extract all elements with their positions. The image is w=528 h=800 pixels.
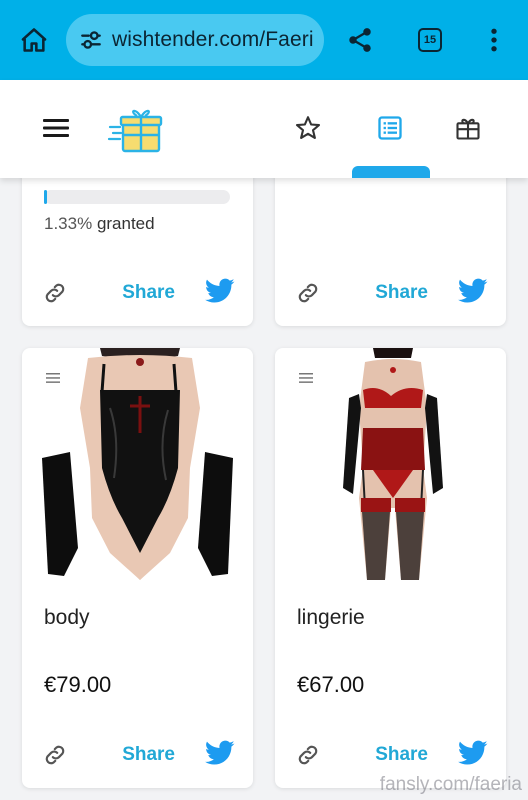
product-image[interactable]: [40, 348, 235, 580]
product-image[interactable]: [293, 348, 488, 580]
app-header: [0, 80, 528, 178]
item-name[interactable]: body: [44, 606, 90, 630]
progress-bar: [44, 190, 230, 204]
link-icon[interactable]: [295, 742, 321, 768]
wishtender-logo[interactable]: [106, 100, 166, 156]
wish-item-card[interactable]: body €79.00 Share: [22, 348, 253, 788]
card-footer: Share: [22, 734, 253, 774]
share-button[interactable]: Share: [122, 744, 175, 766]
link-icon[interactable]: [295, 280, 321, 306]
gift-icon[interactable]: [448, 108, 488, 148]
link-icon[interactable]: [42, 742, 68, 768]
wish-card[interactable]: 1.33% granted Share: [22, 160, 253, 326]
wish-item-card[interactable]: lingerie €67.00 Share: [275, 348, 506, 788]
share-button[interactable]: Share: [375, 282, 428, 304]
drag-handle-icon[interactable]: [44, 370, 62, 386]
link-icon[interactable]: [42, 280, 68, 306]
item-price: €79.00: [44, 672, 112, 697]
browser-toolbar: wishtender.com/Faeri 15: [0, 0, 528, 80]
address-bar[interactable]: wishtender.com/Faeri: [66, 14, 324, 66]
home-icon[interactable]: [14, 20, 54, 60]
overflow-menu-icon[interactable]: [474, 20, 514, 60]
url-text: wishtender.com/Faeri: [112, 28, 314, 51]
item-name[interactable]: lingerie: [297, 606, 365, 630]
progress-label: 1.33% granted: [44, 214, 155, 234]
active-tab-indicator: [352, 166, 430, 178]
share-button[interactable]: Share: [122, 282, 175, 304]
star-icon[interactable]: [288, 108, 328, 148]
card-footer: Share: [22, 272, 253, 312]
share-button[interactable]: Share: [375, 744, 428, 766]
tune-icon[interactable]: [78, 27, 104, 53]
tab-switcher-button[interactable]: 15: [410, 20, 450, 60]
list-icon[interactable]: [370, 108, 410, 148]
card-footer: Share: [275, 272, 506, 312]
watermark: fansly.com/faeria: [379, 774, 522, 795]
twitter-icon[interactable]: [205, 740, 235, 766]
item-price: €67.00: [297, 672, 365, 697]
share-icon[interactable]: [340, 20, 380, 60]
twitter-icon[interactable]: [458, 278, 488, 304]
hamburger-menu-icon[interactable]: [36, 108, 76, 148]
progress-suffix: granted: [96, 214, 155, 233]
twitter-icon[interactable]: [458, 740, 488, 766]
progress-percent: 1.33%: [44, 214, 93, 233]
twitter-icon[interactable]: [205, 278, 235, 304]
progress-bar-fill: [44, 190, 47, 204]
wish-card[interactable]: Share: [275, 160, 506, 326]
tab-count: 15: [418, 28, 442, 52]
card-footer: Share: [275, 734, 506, 774]
drag-handle-icon[interactable]: [297, 370, 315, 386]
